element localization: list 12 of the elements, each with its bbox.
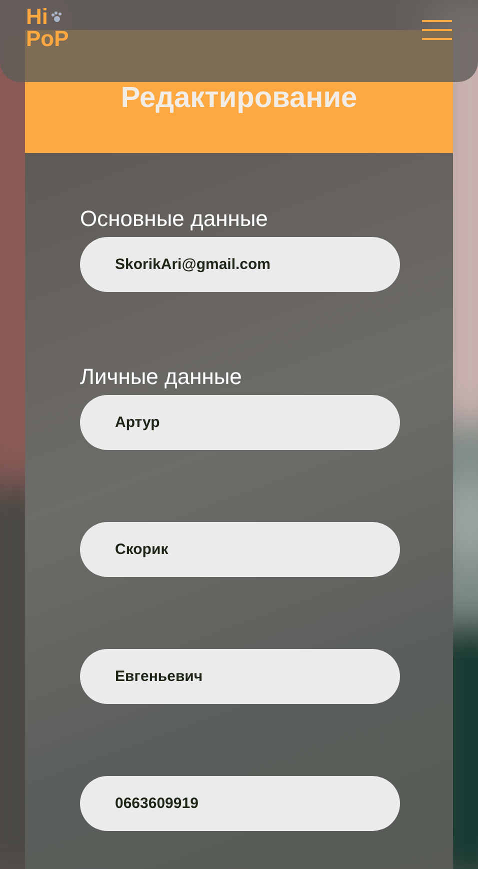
logo-text: PoP — [26, 28, 69, 50]
section-heading: Основные данные — [80, 205, 269, 233]
paw-icon — [51, 11, 63, 23]
logo-text: Hi — [26, 6, 48, 28]
section-heading: Личные данные — [80, 363, 243, 391]
input-field[interactable]: Евгеньевич — [80, 649, 400, 704]
input-field[interactable]: Артур — [80, 395, 400, 450]
menu-icon[interactable] — [422, 20, 452, 40]
input-field[interactable]: SkorikAri@gmail.com — [80, 237, 400, 292]
input-field[interactable]: Скорик — [80, 522, 400, 577]
input-field[interactable]: 0663609919 — [80, 776, 400, 831]
card-title: Редактирование — [120, 81, 358, 116]
